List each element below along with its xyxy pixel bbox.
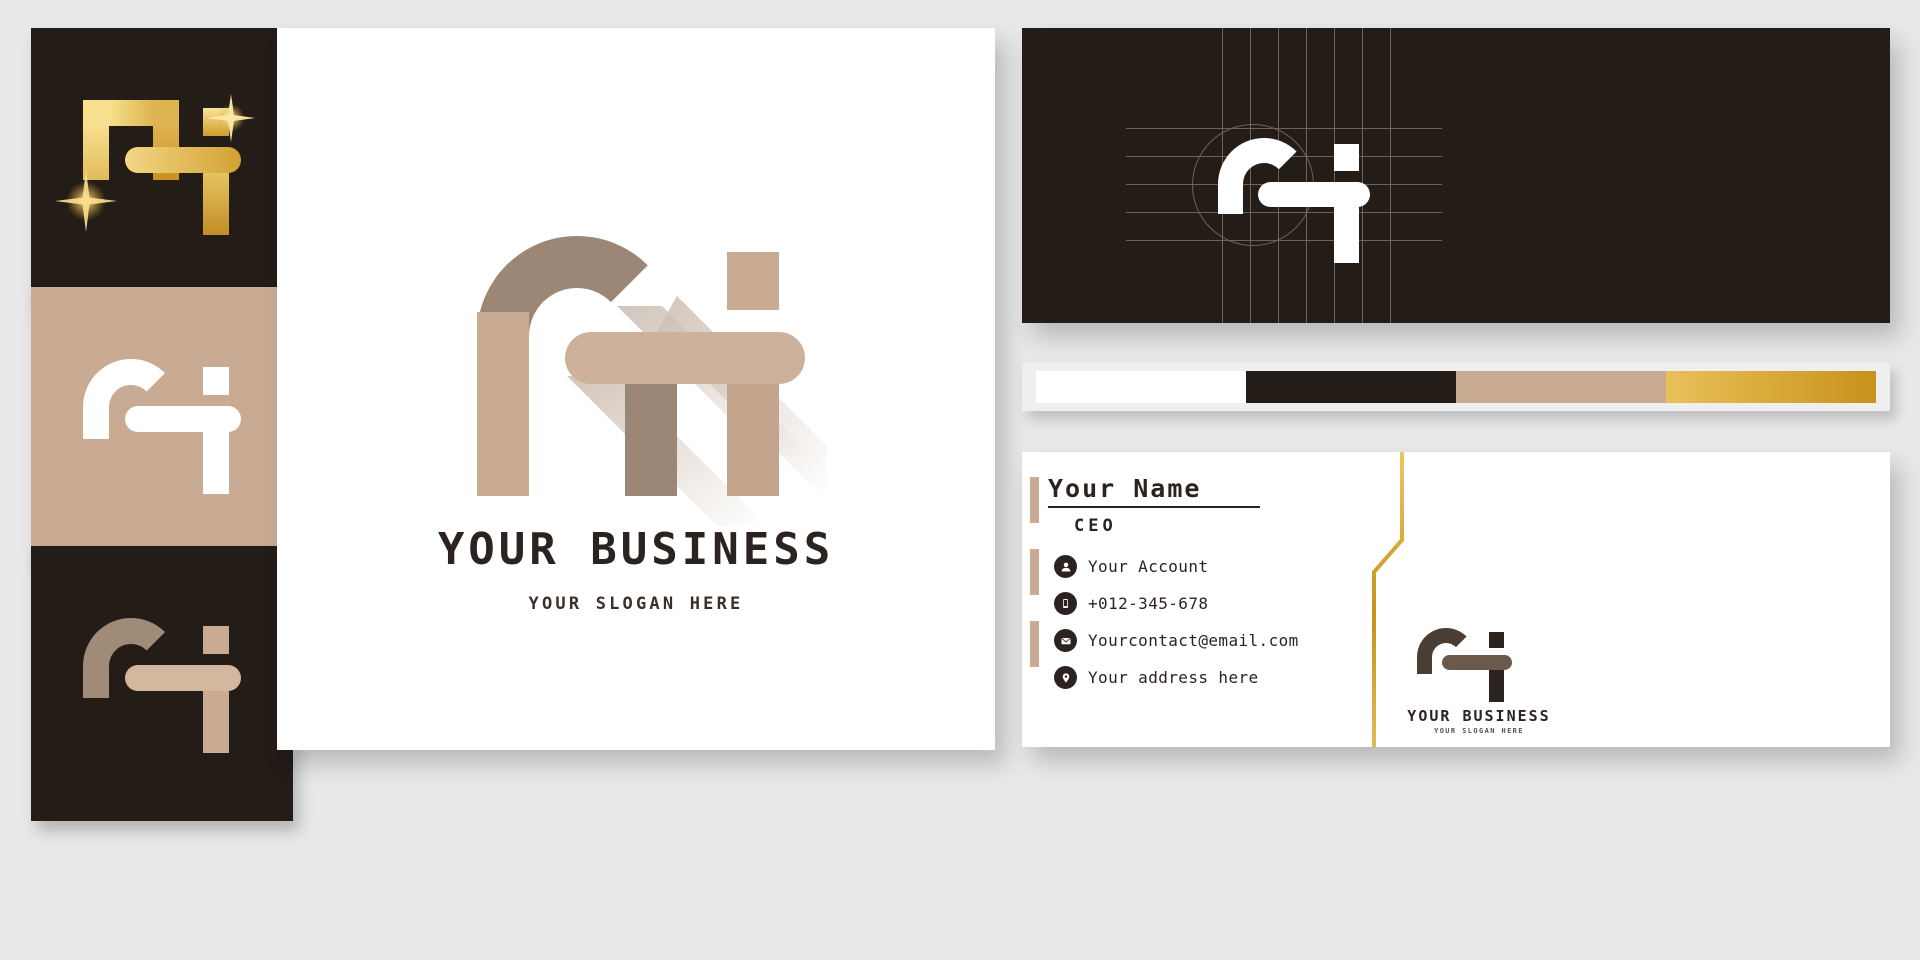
swatch-gold xyxy=(1666,371,1876,403)
logo-mark-primary xyxy=(477,236,827,526)
logo-stem xyxy=(1334,207,1359,263)
palette-swatches xyxy=(1036,371,1876,403)
card-logo-mark xyxy=(1218,138,1378,263)
logo-stem xyxy=(727,384,779,496)
logo-crossbar xyxy=(565,332,805,384)
color-palette-strip xyxy=(1022,363,1890,411)
logo-stem xyxy=(203,432,229,494)
logo-dot xyxy=(1489,632,1504,648)
showcase-business-name: YOUR BUSINESS xyxy=(437,524,835,575)
contact-row-account[interactable]: Your Account xyxy=(1054,555,1208,578)
logo-crossbar xyxy=(125,406,241,432)
card-back-slogan: YOUR SLOGAN HERE xyxy=(1434,727,1524,735)
location-icon xyxy=(1054,666,1077,689)
business-card-back: Your Name CEO Your Account +012-345-678 … xyxy=(1022,452,1890,747)
contact-row-address[interactable]: Your address here xyxy=(1054,666,1259,689)
logo-mark-gold xyxy=(55,94,255,235)
gold-accent-line xyxy=(1372,452,1856,747)
logo-crossbar xyxy=(125,665,241,691)
business-card-front xyxy=(1022,28,1890,323)
logo-dot xyxy=(203,108,229,136)
logo-dot xyxy=(1334,144,1359,171)
accent-tick-3 xyxy=(1030,621,1039,667)
contact-phone-text: +012-345-678 xyxy=(1088,594,1209,613)
user-icon xyxy=(1054,555,1077,578)
contact-account-text: Your Account xyxy=(1088,557,1209,576)
swatch-dark xyxy=(1246,371,1456,403)
poster-canvas: YOUR BUSINESS YOUR SLOGAN HERE Your Name… xyxy=(0,0,1920,960)
logo-crossbar xyxy=(1442,655,1512,670)
showcase-slogan: YOUR SLOGAN HERE xyxy=(528,594,744,614)
logo-mark-white xyxy=(83,359,243,494)
swatch-tan xyxy=(1456,371,1666,403)
contact-email-text: Yourcontact@email.com xyxy=(1088,631,1299,650)
thumbnail-logo-white-on-tan xyxy=(31,287,293,562)
card-role: CEO xyxy=(1074,516,1117,536)
contact-row-phone[interactable]: +012-345-678 xyxy=(1054,592,1208,615)
logo-arch-left-leg xyxy=(477,312,529,496)
contact-address-text: Your address here xyxy=(1088,668,1259,687)
card-back-logo-mark xyxy=(1417,628,1527,702)
thumbnail-logo-gold-on-dark xyxy=(31,28,293,303)
logo-inner-leg xyxy=(625,384,677,496)
phone-icon xyxy=(1054,592,1077,615)
email-icon xyxy=(1054,629,1077,652)
logo-stem xyxy=(203,173,229,235)
swatch-white xyxy=(1036,371,1246,403)
logo-showcase-panel: YOUR BUSINESS YOUR SLOGAN HERE xyxy=(277,28,995,750)
accent-tick-1 xyxy=(1030,477,1039,523)
card-back-business-name: YOUR BUSINESS xyxy=(1407,707,1551,725)
thumbnail-logo-tan-on-dark xyxy=(31,546,293,821)
card-name-underline xyxy=(1048,506,1260,508)
logo-mark-tan xyxy=(83,618,243,753)
logo-crossbar xyxy=(1258,182,1370,207)
logo-crossbar xyxy=(125,147,241,173)
logo-dot xyxy=(727,252,779,310)
contact-row-email[interactable]: Yourcontact@email.com xyxy=(1054,629,1299,652)
logo-dot xyxy=(203,626,229,654)
logo-dot xyxy=(203,367,229,395)
logo-stem xyxy=(1489,670,1504,702)
accent-tick-2 xyxy=(1030,549,1039,595)
logo-stem xyxy=(203,691,229,753)
